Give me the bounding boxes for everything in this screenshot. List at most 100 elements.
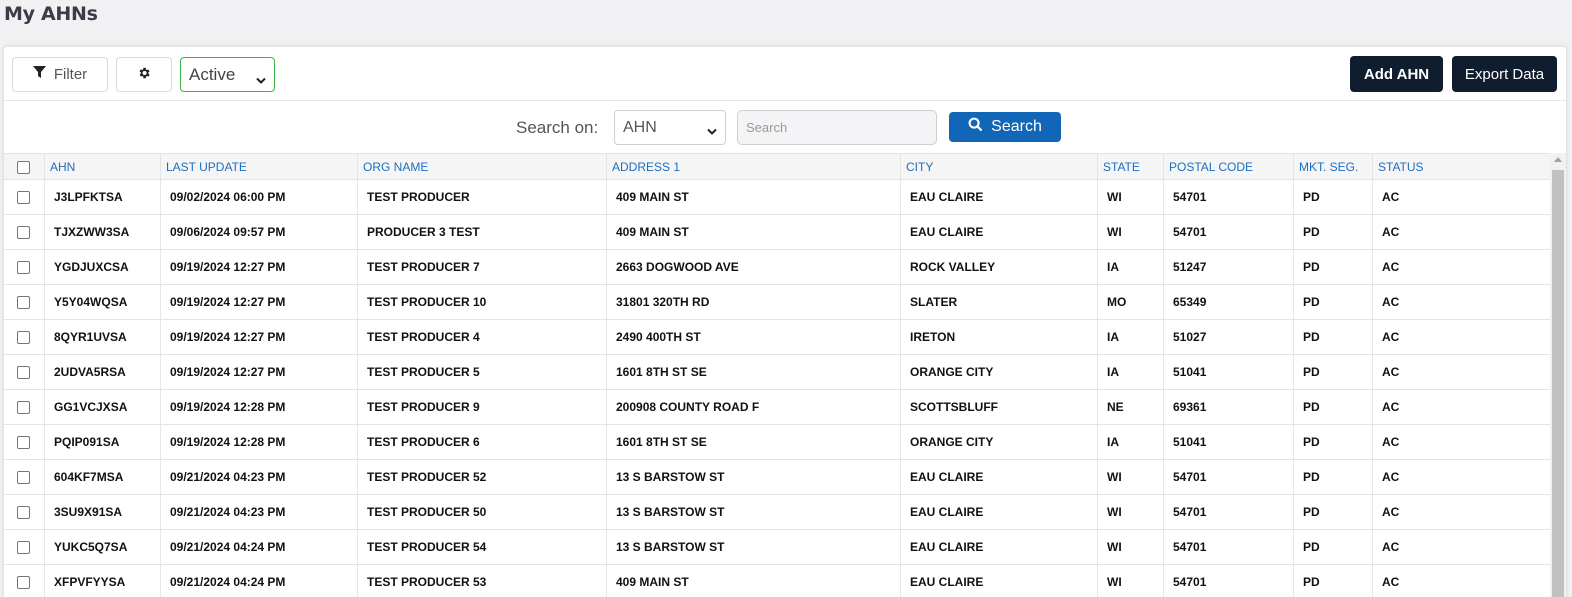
column-header-last-update[interactable]: LAST UPDATE bbox=[160, 154, 357, 180]
row-checkbox[interactable] bbox=[17, 401, 30, 414]
settings-button[interactable] bbox=[116, 57, 172, 92]
row-checkbox[interactable] bbox=[17, 436, 30, 449]
row-checkbox[interactable] bbox=[17, 191, 30, 204]
row-checkbox[interactable] bbox=[17, 296, 30, 309]
cell-last-update: 09/19/2024 12:27 PM bbox=[160, 355, 357, 389]
column-header-ahn[interactable]: AHN bbox=[44, 154, 160, 180]
cell-status: AC bbox=[1372, 285, 1550, 319]
table-scrollbar[interactable] bbox=[1550, 153, 1566, 597]
cell-ahn: 604KF7MSA bbox=[44, 460, 160, 494]
cell-mkt-seg: PD bbox=[1293, 320, 1372, 354]
cell-city: EAU CLAIRE bbox=[900, 460, 1097, 494]
select-all-checkbox[interactable] bbox=[17, 161, 30, 174]
cell-postal-code: 51247 bbox=[1163, 250, 1293, 284]
row-checkbox[interactable] bbox=[17, 331, 30, 344]
table-row[interactable]: XFPVFYYSA 09/21/2024 04:24 PM TEST PRODUCE… bbox=[4, 565, 1550, 597]
cell-ahn: 8QYR1UVSA bbox=[44, 320, 160, 354]
row-checkbox[interactable] bbox=[17, 261, 30, 274]
cell-status: AC bbox=[1372, 355, 1550, 389]
cell-org-name: PRODUCER 3 TEST bbox=[357, 215, 606, 249]
table-row[interactable]: GG1VCJXSA 09/19/2024 12:28 PM TEST PRODUCE… bbox=[4, 390, 1550, 425]
add-ahn-button[interactable]: Add AHN bbox=[1350, 56, 1443, 92]
cell-address-1: 31801 320TH RD bbox=[606, 285, 900, 319]
table-row[interactable]: PQIP091SA 09/19/2024 12:28 PM TEST PRODUCE… bbox=[4, 425, 1550, 460]
search-button[interactable]: Search bbox=[949, 112, 1061, 142]
table-row[interactable]: J3LPFKTSA 09/02/2024 06:00 PM TEST PRODUCE… bbox=[4, 180, 1550, 215]
table-row[interactable]: 3SU9X91SA 09/21/2024 04:23 PM TEST PRODUCE… bbox=[4, 495, 1550, 530]
toolbar: Filter Active Add AHN Export Data bbox=[4, 47, 1566, 101]
table-header: AHN LAST UPDATE ORG NAME ADDRESS 1 CITY … bbox=[4, 153, 1550, 180]
chevron-down-icon bbox=[256, 70, 266, 90]
cell-address-1: 200908 COUNTY ROAD F bbox=[606, 390, 900, 424]
cell-status: AC bbox=[1372, 250, 1550, 284]
ahn-list-card: Filter Active Add AHN Export Data Search… bbox=[3, 46, 1567, 597]
cell-mkt-seg: PD bbox=[1293, 390, 1372, 424]
cell-address-1: 1601 8TH ST SE bbox=[606, 425, 900, 459]
cell-status: AC bbox=[1372, 425, 1550, 459]
cell-last-update: 09/19/2024 12:28 PM bbox=[160, 425, 357, 459]
cell-mkt-seg: PD bbox=[1293, 355, 1372, 389]
cell-postal-code: 54701 bbox=[1163, 530, 1293, 564]
export-data-button[interactable]: Export Data bbox=[1452, 56, 1557, 92]
cell-ahn: 2UDVA5RSA bbox=[44, 355, 160, 389]
ahn-table: AHN LAST UPDATE ORG NAME ADDRESS 1 CITY … bbox=[4, 153, 1550, 597]
row-checkbox[interactable] bbox=[17, 366, 30, 379]
search-on-label: Search on: bbox=[516, 118, 599, 137]
cell-org-name: TEST PRODUCER 5 bbox=[357, 355, 606, 389]
scroll-up-arrow-icon[interactable] bbox=[1554, 157, 1562, 162]
cell-state: WI bbox=[1097, 565, 1163, 597]
cell-address-1: 409 MAIN ST bbox=[606, 565, 900, 597]
cell-postal-code: 54701 bbox=[1163, 215, 1293, 249]
table-row[interactable]: 604KF7MSA 09/21/2024 04:23 PM TEST PRODUCE… bbox=[4, 460, 1550, 495]
filter-button[interactable]: Filter bbox=[12, 57, 108, 92]
cell-state: WI bbox=[1097, 495, 1163, 529]
column-header-city[interactable]: CITY bbox=[900, 154, 1097, 180]
cell-city: ORANGE CITY bbox=[900, 425, 1097, 459]
cell-postal-code: 65349 bbox=[1163, 285, 1293, 319]
cell-last-update: 09/02/2024 06:00 PM bbox=[160, 180, 357, 214]
table-row[interactable]: 8QYR1UVSA 09/19/2024 12:27 PM TEST PRODUCE… bbox=[4, 320, 1550, 355]
cell-last-update: 09/19/2024 12:27 PM bbox=[160, 250, 357, 284]
cell-address-1: 2663 DOGWOOD AVE bbox=[606, 250, 900, 284]
scroll-thumb[interactable] bbox=[1552, 170, 1564, 597]
column-header-postal-code[interactable]: POSTAL CODE bbox=[1163, 154, 1293, 180]
table-row[interactable]: TJXZWW3SA 09/06/2024 09:57 PM PRODUCER 3 T… bbox=[4, 215, 1550, 250]
cell-city: ROCK VALLEY bbox=[900, 250, 1097, 284]
cell-org-name: TEST PRODUCER 50 bbox=[357, 495, 606, 529]
cell-ahn: XFPVFYYSA bbox=[44, 565, 160, 597]
table-row[interactable]: Y5Y04WQSA 09/19/2024 12:27 PM TEST PRODUCE… bbox=[4, 285, 1550, 320]
row-checkbox[interactable] bbox=[17, 541, 30, 554]
column-header-mkt-seg[interactable]: MKT. SEG. bbox=[1293, 154, 1372, 180]
cell-org-name: TEST PRODUCER 7 bbox=[357, 250, 606, 284]
row-checkbox[interactable] bbox=[17, 576, 30, 589]
cell-status: AC bbox=[1372, 215, 1550, 249]
cell-org-name: TEST PRODUCER 10 bbox=[357, 285, 606, 319]
table-row[interactable]: YUKC5Q7SA 09/21/2024 04:24 PM TEST PRODUCE… bbox=[4, 530, 1550, 565]
status-select[interactable]: Active bbox=[180, 57, 275, 92]
search-field-value: AHN bbox=[623, 118, 657, 136]
table-row[interactable]: YGDJUXCSA 09/19/2024 12:27 PM TEST PRODUCE… bbox=[4, 250, 1550, 285]
cell-address-1: 409 MAIN ST bbox=[606, 180, 900, 214]
row-checkbox[interactable] bbox=[17, 506, 30, 519]
cell-org-name: TEST PRODUCER 4 bbox=[357, 320, 606, 354]
cell-state: WI bbox=[1097, 460, 1163, 494]
chevron-down-icon bbox=[707, 123, 717, 141]
cell-status: AC bbox=[1372, 390, 1550, 424]
column-header-state[interactable]: STATE bbox=[1097, 154, 1163, 180]
cell-state: IA bbox=[1097, 250, 1163, 284]
row-checkbox[interactable] bbox=[17, 471, 30, 484]
column-header-address-1[interactable]: ADDRESS 1 bbox=[606, 154, 900, 180]
cell-postal-code: 51041 bbox=[1163, 355, 1293, 389]
table-row[interactable]: 2UDVA5RSA 09/19/2024 12:27 PM TEST PRODUCE… bbox=[4, 355, 1550, 390]
cell-ahn: Y5Y04WQSA bbox=[44, 285, 160, 319]
column-header-status[interactable]: STATUS bbox=[1372, 154, 1550, 180]
cell-status: AC bbox=[1372, 460, 1550, 494]
cell-city: EAU CLAIRE bbox=[900, 495, 1097, 529]
page-title: My AHNs bbox=[4, 3, 98, 25]
search-input[interactable]: Search bbox=[737, 110, 937, 145]
row-checkbox[interactable] bbox=[17, 226, 30, 239]
column-header-org-name[interactable]: ORG NAME bbox=[357, 154, 606, 180]
cell-state: WI bbox=[1097, 530, 1163, 564]
search-field-select[interactable]: AHN bbox=[614, 110, 726, 145]
cell-org-name: TEST PRODUCER bbox=[357, 180, 606, 214]
